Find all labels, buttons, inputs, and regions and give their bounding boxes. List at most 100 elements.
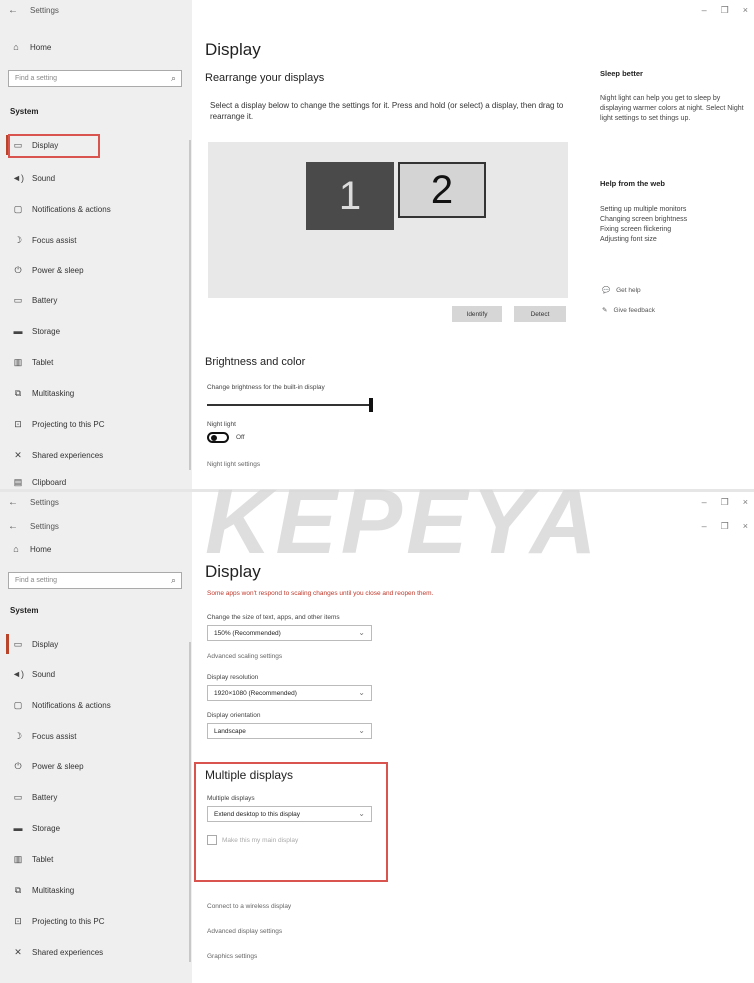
graphics-settings-link[interactable]: Graphics settings bbox=[207, 953, 257, 960]
night-light-label: Night light bbox=[207, 421, 236, 428]
help-link-3[interactable]: Adjusting font size bbox=[600, 235, 657, 245]
sidebar-item-multitasking[interactable]: ⧉ Multitasking bbox=[6, 383, 184, 403]
sidebar-item-power[interactable]: ⏻ Power & sleep bbox=[6, 756, 184, 776]
sidebar-item-battery[interactable]: ▭ Battery bbox=[6, 787, 184, 807]
moon-icon: ☽ bbox=[13, 234, 23, 245]
search-icon: ⌕ bbox=[170, 73, 176, 83]
sidebar-item-label: Storage bbox=[32, 823, 61, 833]
identify-button[interactable]: Identify bbox=[452, 306, 502, 322]
sidebar-item-label: Tablet bbox=[32, 357, 54, 367]
chevron-down-icon: ⌄ bbox=[358, 809, 365, 818]
maximize-icon[interactable]: ❐ bbox=[721, 497, 729, 508]
brightness-heading: Brightness and color bbox=[205, 356, 306, 368]
toggle-knob bbox=[211, 435, 217, 441]
brightness-slider-thumb[interactable] bbox=[369, 398, 373, 412]
sidebar-item-notifications[interactable]: ▢ Notifications & actions bbox=[6, 199, 184, 219]
advanced-scaling-link[interactable]: Advanced scaling settings bbox=[207, 653, 282, 660]
sidebar-item-shared[interactable]: ✕ Shared experiences bbox=[6, 942, 184, 962]
sidebar-item-label: Tablet bbox=[32, 854, 54, 864]
tablet-icon: ▥ bbox=[13, 853, 23, 864]
sidebar-item-focus-assist[interactable]: ☽ Focus assist bbox=[6, 230, 184, 250]
sidebar-scrollbar[interactable] bbox=[189, 140, 191, 470]
sidebar-item-storage[interactable]: ▬ Storage bbox=[6, 818, 184, 838]
night-light-toggle[interactable] bbox=[207, 432, 229, 443]
power-icon: ⏻ bbox=[14, 760, 22, 771]
close-icon[interactable]: × bbox=[743, 497, 748, 508]
sidebar-item-power[interactable]: ⏻ Power & sleep bbox=[6, 260, 184, 280]
main-display-checkbox[interactable] bbox=[207, 835, 217, 845]
help-link-1[interactable]: Changing screen brightness bbox=[600, 215, 687, 225]
window-title: Settings bbox=[30, 6, 59, 15]
rearrange-heading: Rearrange your displays bbox=[205, 72, 325, 84]
minimize-icon[interactable]: – bbox=[702, 497, 707, 508]
monitor-2[interactable]: 2 bbox=[398, 162, 486, 218]
sidebar-item-label: Multitasking bbox=[32, 885, 75, 895]
help-link-2[interactable]: Fixing screen flickering bbox=[600, 225, 671, 235]
maximize-icon[interactable]: ❐ bbox=[721, 521, 729, 532]
sidebar-item-projecting[interactable]: ⊡ Projecting to this PC bbox=[6, 414, 184, 434]
page-title: Display bbox=[205, 40, 261, 59]
sidebar-item-label: Power & sleep bbox=[32, 265, 84, 275]
multiple-displays-heading: Multiple displays bbox=[205, 768, 294, 782]
sidebar-item-tablet[interactable]: ▥ Tablet bbox=[6, 849, 184, 869]
orientation-value: Landscape bbox=[214, 728, 246, 735]
help-link-0[interactable]: Setting up multiple monitors bbox=[600, 205, 686, 215]
sidebar-scrollbar[interactable] bbox=[189, 642, 191, 962]
resolution-dropdown[interactable]: 1920×1080 (Recommended) ⌄ bbox=[207, 685, 372, 701]
sidebar-item-display[interactable]: ▭ Display bbox=[6, 634, 184, 654]
help-heading: Help from the web bbox=[600, 179, 666, 188]
sidebar-item-label: Sound bbox=[32, 669, 56, 679]
home-link[interactable]: ⌂ Home bbox=[10, 42, 51, 52]
home-label: Home bbox=[30, 42, 52, 52]
close-icon[interactable]: × bbox=[743, 521, 748, 532]
close-icon[interactable]: × bbox=[743, 5, 748, 16]
sidebar-item-projecting[interactable]: ⊡ Projecting to this PC bbox=[6, 911, 184, 931]
back-arrow-icon[interactable]: ← bbox=[8, 5, 18, 16]
orientation-label: Display orientation bbox=[207, 712, 261, 719]
get-help-link[interactable]: 💬 Get help bbox=[602, 286, 641, 295]
give-feedback-link[interactable]: ✎ Give feedback bbox=[602, 306, 655, 315]
wireless-display-link[interactable]: Connect to a wireless display bbox=[207, 903, 291, 910]
night-light-settings-link[interactable]: Night light settings bbox=[207, 461, 260, 468]
sidebar-item-label: Projecting to this PC bbox=[32, 419, 105, 429]
search-input[interactable]: Find a setting ⌕ bbox=[8, 70, 182, 87]
window-title: Settings bbox=[30, 522, 59, 531]
monitor-icon: ▭ bbox=[13, 638, 23, 649]
sidebar-item-sound[interactable]: ◄) Sound bbox=[6, 168, 184, 188]
sidebar-item-notifications[interactable]: ▢ Notifications & actions bbox=[6, 695, 184, 715]
back-arrow-icon[interactable]: ← bbox=[8, 497, 18, 508]
sidebar-item-battery[interactable]: ▭ Battery bbox=[6, 290, 184, 310]
chevron-down-icon: ⌄ bbox=[358, 726, 365, 735]
multiple-displays-label: Multiple displays bbox=[207, 795, 255, 802]
multiple-displays-dropdown[interactable]: Extend desktop to this display ⌄ bbox=[207, 806, 372, 822]
sidebar-item-tablet[interactable]: ▥ Tablet bbox=[6, 352, 184, 372]
search-input[interactable]: Find a setting ⌕ bbox=[8, 572, 182, 589]
minimize-icon[interactable]: – bbox=[702, 5, 707, 16]
sidebar-item-sound[interactable]: ◄) Sound bbox=[6, 664, 184, 684]
speaker-icon: ◄) bbox=[12, 173, 24, 183]
advanced-display-link[interactable]: Advanced display settings bbox=[207, 928, 282, 935]
sidebar-item-multitasking[interactable]: ⧉ Multitasking bbox=[6, 880, 184, 900]
system-heading: System bbox=[10, 606, 39, 615]
minimize-icon[interactable]: – bbox=[702, 521, 707, 532]
detect-button[interactable]: Detect bbox=[514, 306, 566, 322]
sidebar-item-shared[interactable]: ✕ Shared experiences bbox=[6, 445, 184, 465]
scaling-warning: Some apps won't respond to scaling chang… bbox=[207, 590, 434, 597]
back-arrow-icon[interactable]: ← bbox=[8, 521, 18, 532]
sidebar-item-label: Notifications & actions bbox=[32, 204, 111, 214]
orientation-dropdown[interactable]: Landscape ⌄ bbox=[207, 723, 372, 739]
storage-icon: ▬ bbox=[13, 823, 23, 833]
sidebar-item-storage[interactable]: ▬ Storage bbox=[6, 321, 184, 341]
home-link[interactable]: ⌂ Home bbox=[10, 544, 51, 554]
maximize-icon[interactable]: ❐ bbox=[721, 5, 729, 16]
storage-icon: ▬ bbox=[13, 326, 23, 336]
brightness-slider-track[interactable] bbox=[207, 404, 371, 406]
window-title: Settings bbox=[30, 498, 59, 507]
battery-icon: ▭ bbox=[13, 294, 23, 305]
monitor-1[interactable]: 1 bbox=[306, 162, 394, 230]
help-chat-icon: 💬 bbox=[602, 287, 611, 294]
sidebar-item-clipboard[interactable]: ▤ Clipboard bbox=[6, 472, 184, 490]
scale-dropdown[interactable]: 150% (Recommended) ⌄ bbox=[207, 625, 372, 641]
sidebar-item-focus-assist[interactable]: ☽ Focus assist bbox=[6, 726, 184, 746]
sidebar-item-label: Projecting to this PC bbox=[32, 916, 105, 926]
